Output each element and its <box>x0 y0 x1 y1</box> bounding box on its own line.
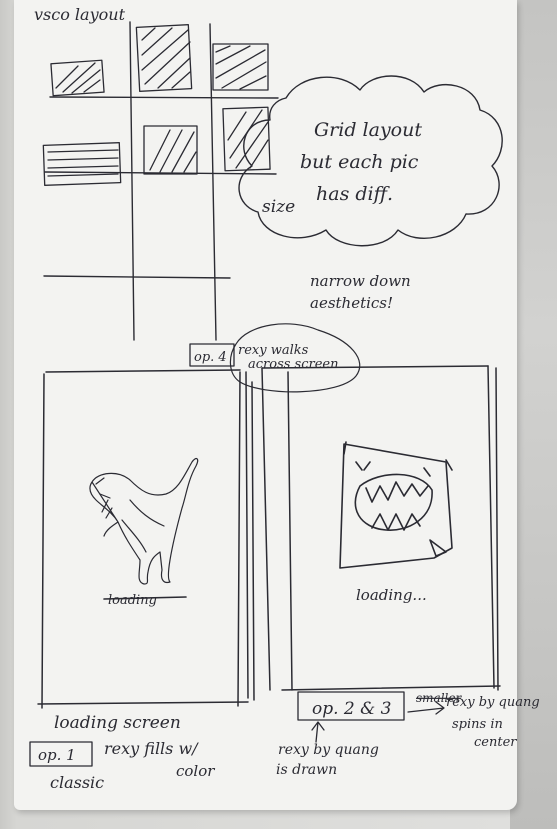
monster-icon-drawing <box>339 441 453 569</box>
op1-classic: classic <box>50 773 104 792</box>
op1-note: rexy fills w/ <box>104 739 199 758</box>
op1-box-label: op. 1 <box>38 746 76 764</box>
op4-note-line-1: rexy walks <box>238 343 309 358</box>
op2-note-line-2: is drawn <box>276 762 337 778</box>
op1-note-color: color <box>176 762 215 780</box>
aesthetics-note-line-2: aesthetics! <box>310 294 393 312</box>
photo-scene: vsco layout Grid layout but each pic has… <box>0 0 557 829</box>
left-screen-scribble: loading <box>108 593 157 608</box>
op3-note-line-2: spins in <box>452 717 503 732</box>
rexy-dinosaur-drawing <box>89 457 199 585</box>
cloud-note-line-2: but each pic <box>300 151 419 173</box>
op4-note-line-2: across screen <box>248 357 338 372</box>
right-phone-frame <box>261 365 501 691</box>
cloud-note-line-3: has diff. <box>316 183 393 205</box>
sketch-title: vsco layout <box>34 5 126 24</box>
handwritten-text: vsco layout Grid layout but each pic has… <box>34 5 540 792</box>
op4-box-label: op. 4 <box>194 350 227 365</box>
left-caption: loading screen <box>54 713 181 733</box>
op3-note-line-3: center <box>474 735 517 750</box>
grid-thumbnails <box>42 24 271 186</box>
op23-box-label: op. 2 & 3 <box>312 699 392 719</box>
cloud-note-line-1: Grid layout <box>314 119 422 141</box>
op2-note-line-1: rexy by quang <box>278 742 379 758</box>
op3-note-line-1: rexy by quang <box>446 695 540 710</box>
right-screen-loading: loading... <box>356 586 427 604</box>
left-phone-frame <box>37 369 255 709</box>
aesthetics-note-line-1: narrow down <box>310 272 411 290</box>
cloud-note-line-4: size <box>262 197 295 217</box>
sketch-drawing: vsco layout Grid layout but each pic has… <box>29 5 540 792</box>
op2-arrow <box>311 721 325 743</box>
